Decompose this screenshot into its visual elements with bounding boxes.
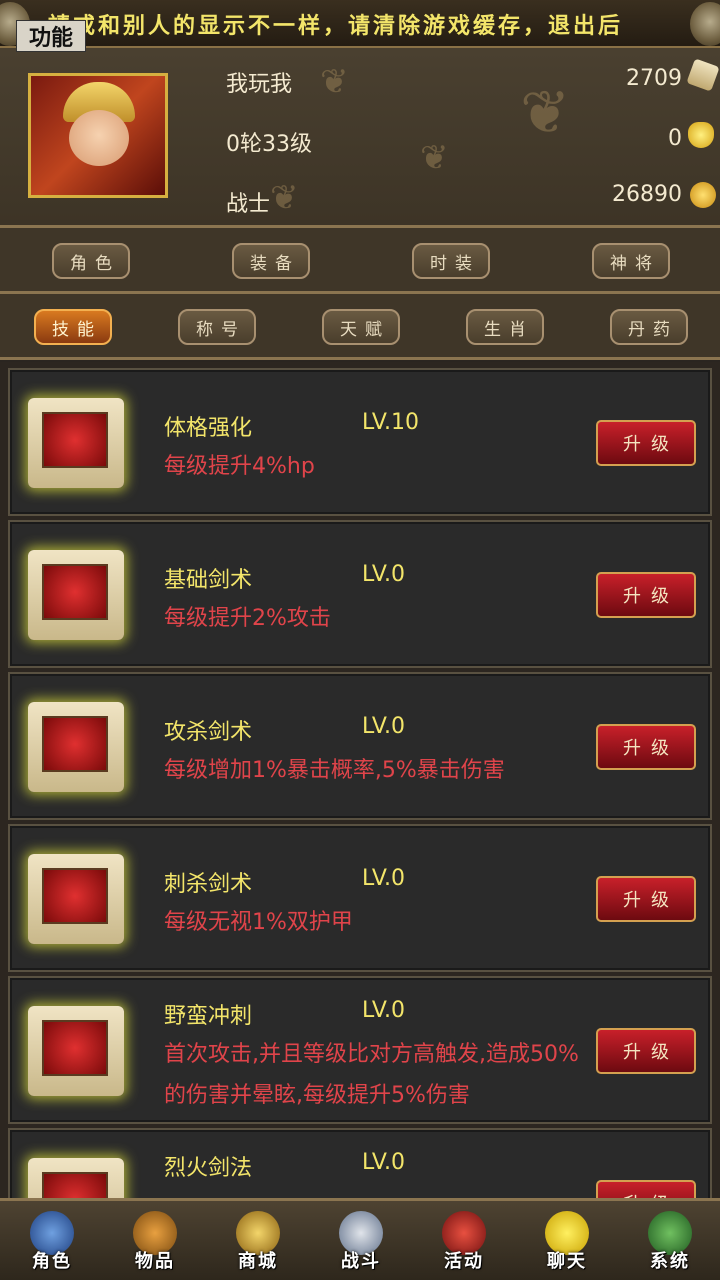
maple-leaf-icon: ❦ [520, 78, 571, 148]
skill-card: 刺杀剑术 LV.0 每级无视1%双护甲 升级 [8, 824, 712, 972]
skill-name: 体格强化 [164, 416, 253, 441]
skill-level: LV.0 [362, 1150, 406, 1175]
skill-name: 刺杀剑术 [164, 872, 253, 897]
skill-description: 每级提升2%攻击 [164, 606, 331, 631]
skill-scroll-icon [28, 1006, 124, 1096]
upgrade-button[interactable]: 升级 [596, 1028, 696, 1074]
player-info-panel: ❦ ❦ ❦ ❦ 我玩我 0轮33级 战士 2709 0 26890 [0, 48, 720, 228]
player-class: 战士 [226, 192, 271, 217]
skill-card: 基础剑术 LV.0 每级提升2%攻击 升级 [8, 520, 712, 668]
tab-fashion[interactable]: 时装 [412, 243, 490, 279]
upgrade-button[interactable]: 升级 [596, 724, 696, 770]
skill-scroll-icon [28, 854, 124, 944]
tab-equipment[interactable]: 装备 [232, 243, 310, 279]
skill-description: 首次攻击,并且等级比对方高触发,造成50%的伤害并晕眩,每级提升5%伤害 [164, 1042, 579, 1108]
tab-elixir[interactable]: 丹药 [610, 309, 688, 345]
maple-leaf-icon: ❦ [320, 62, 349, 102]
bottom-nav: 角色 物品 商城 战斗 活动 聊天 系统 [0, 1198, 720, 1280]
skill-card: 烈火剑法 LV.0 升级 [8, 1128, 712, 1198]
skill-level: LV.0 [362, 714, 406, 739]
skill-level: LV.10 [362, 410, 420, 435]
upgrade-button[interactable]: 升级 [596, 420, 696, 466]
skill-name: 野蛮冲刺 [164, 1004, 253, 1029]
player-name: 我玩我 [226, 72, 293, 97]
player-level: 0轮33级 [226, 132, 312, 157]
upgrade-button[interactable]: 升级 [596, 876, 696, 922]
gold-ingot-count: 0 [668, 126, 682, 151]
nav-activity[interactable]: 活动 [424, 1211, 504, 1277]
scroll-count: 2709 [626, 66, 682, 91]
skill-description: 每级增加1%暴击概率,5%暴击伤害 [164, 758, 505, 783]
skill-card: 攻杀剑术 LV.0 每级增加1%暴击概率,5%暴击伤害 升级 [8, 672, 712, 820]
nav-items[interactable]: 物品 [115, 1211, 195, 1277]
scroll-icon [686, 58, 720, 92]
skill-scroll-icon [28, 1158, 124, 1198]
maple-leaf-icon: ❦ [420, 138, 449, 178]
nav-battle[interactable]: 战斗 [321, 1211, 401, 1277]
function-button[interactable]: 功能 [16, 20, 86, 52]
tab-zodiac[interactable]: 生肖 [466, 309, 544, 345]
maple-leaf-icon: ❦ [270, 178, 299, 218]
skill-list[interactable]: 体格强化 LV.10 每级提升4%hp 升级 基础剑术 LV.0 每级提升2%攻… [0, 362, 720, 1198]
tab-title[interactable]: 称号 [178, 309, 256, 345]
coin-icon [690, 182, 716, 208]
nav-chat[interactable]: 聊天 [527, 1211, 607, 1277]
avatar[interactable] [28, 73, 168, 198]
nav-shop[interactable]: 商城 [218, 1211, 298, 1277]
notice-banner: 請或和别人的显示不一样，请清除游戏缓存，退出后 [0, 0, 720, 48]
skill-level: LV.0 [362, 866, 406, 891]
upgrade-button[interactable]: 升级 [596, 572, 696, 618]
skill-description: 每级提升4%hp [164, 454, 315, 479]
skill-scroll-icon [28, 550, 124, 640]
notice-text: 請或和别人的显示不一样，请清除游戏缓存，退出后 [48, 14, 624, 39]
upgrade-button[interactable]: 升级 [596, 1180, 696, 1198]
primary-tab-bar: 角色 装备 时装 神将 [0, 228, 720, 294]
banner-cap-right-icon [690, 2, 720, 46]
skill-level: LV.0 [362, 998, 406, 1023]
gold-ingot-icon [688, 122, 714, 148]
secondary-tab-bar: 技能 称号 天赋 生肖 丹药 [0, 294, 720, 360]
nav-role[interactable]: 角色 [12, 1211, 92, 1277]
skill-name: 攻杀剑术 [164, 720, 253, 745]
tab-talent[interactable]: 天赋 [322, 309, 400, 345]
skill-card: 野蛮冲刺 LV.0 首次攻击,并且等级比对方高触发,造成50%的伤害并晕眩,每级… [8, 976, 712, 1124]
nav-system[interactable]: 系统 [630, 1211, 710, 1277]
skill-scroll-icon [28, 398, 124, 488]
skill-scroll-icon [28, 702, 124, 792]
skill-level: LV.0 [362, 562, 406, 587]
skill-description: 每级无视1%双护甲 [164, 910, 353, 935]
tab-divine-general[interactable]: 神将 [592, 243, 670, 279]
face-icon [69, 110, 129, 166]
skill-card: 体格强化 LV.10 每级提升4%hp 升级 [8, 368, 712, 516]
tab-role[interactable]: 角色 [52, 243, 130, 279]
tab-skills[interactable]: 技能 [34, 309, 112, 345]
skill-name: 烈火剑法 [164, 1156, 253, 1181]
skill-name: 基础剑术 [164, 568, 253, 593]
coin-count: 26890 [612, 182, 682, 207]
